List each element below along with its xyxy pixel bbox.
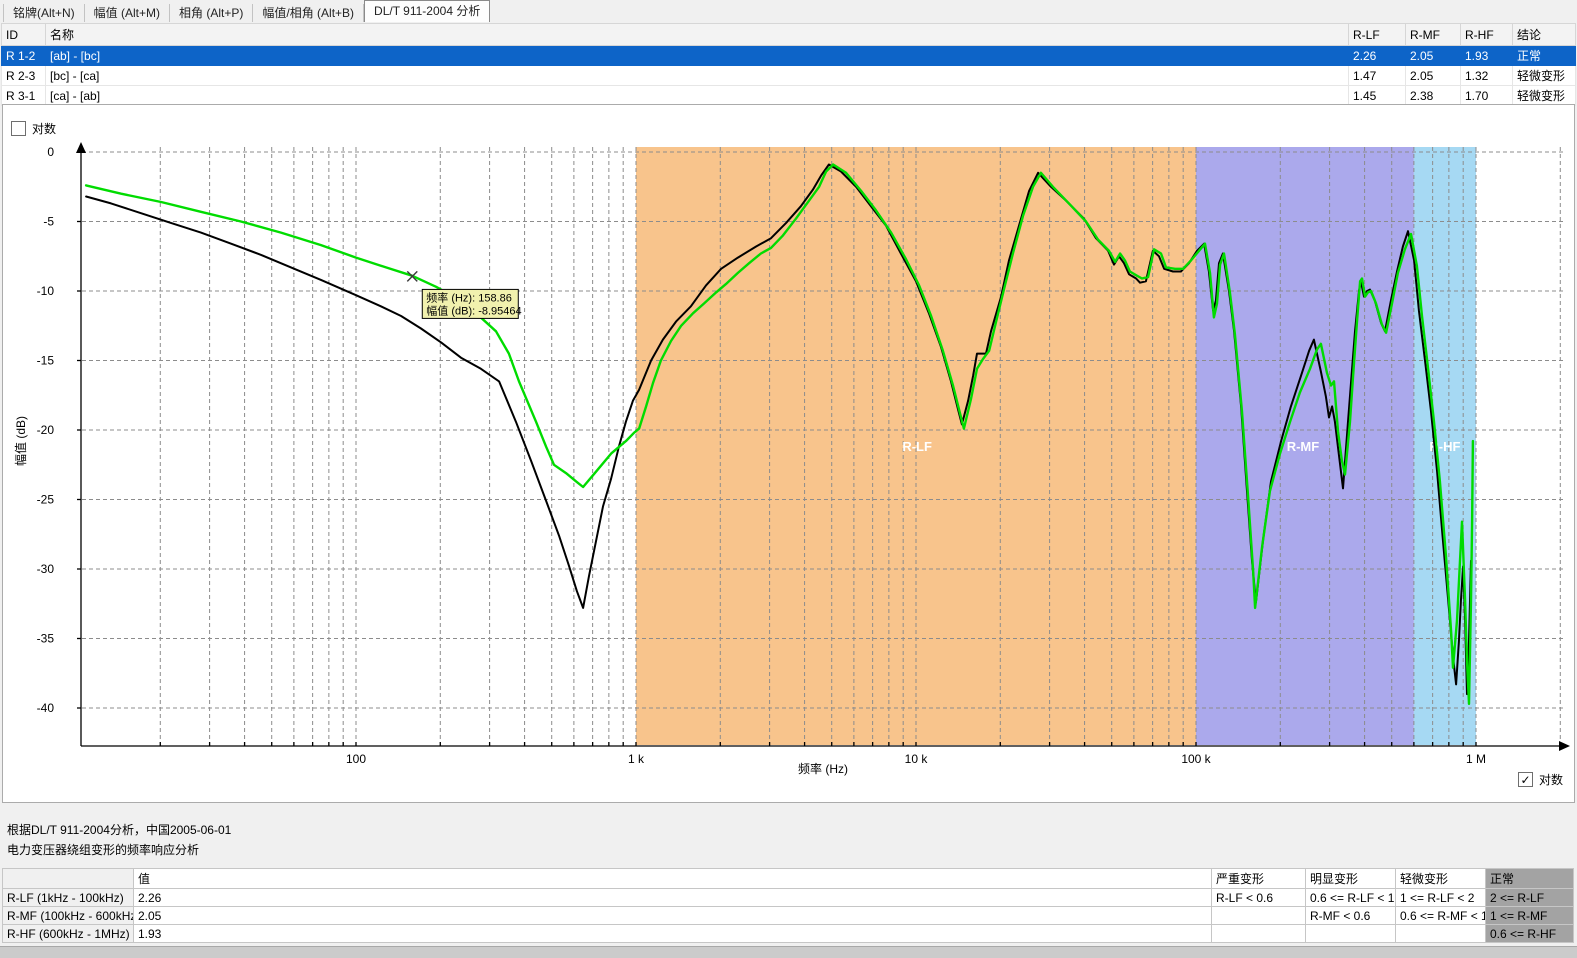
column-header[interactable]: R-LF (1349, 24, 1406, 46)
criteria-cell-obvious: R-MF < 0.6 (1306, 907, 1396, 925)
criteria-row: R-HF (600kHz - 1MHz)1.93 0.6 <= R-HF (3, 925, 1574, 943)
checkbox-icon[interactable] (11, 121, 26, 136)
criteria-row: R-LF (1kHz - 100kHz)2.26R-LF < 0.60.6 <=… (3, 889, 1574, 907)
x-tick-label: 100 (346, 752, 366, 766)
cell-rmf[interactable]: 2.05 (1406, 66, 1461, 86)
criteria-column-header: 值 (134, 869, 1212, 889)
table-row[interactable]: R 2-3[bc] - [ca]1.472.051.32轻微变形 (2, 66, 1576, 86)
cell-conclusion[interactable]: 轻微变形 (1513, 66, 1576, 86)
results-table-header: ID名称R-LFR-MFR-HF结论 (2, 24, 1576, 46)
tab-0[interactable]: 铭牌(Alt+N) (3, 4, 85, 22)
cell-rmf[interactable]: 2.38 (1406, 86, 1461, 106)
cell-rmf[interactable]: 2.05 (1406, 46, 1461, 66)
results-table: ID名称R-LFR-MFR-HF结论 R 1-2[ab] - [bc]2.262… (1, 23, 1576, 106)
tooltip-frequency: 频率 (Hz): 158.86 (426, 290, 512, 304)
chart-panel[interactable]: R-LFR-MFR-HF1001 k10 k100 k1 M0-5-10-15-… (2, 104, 1575, 803)
analysis-standard-note: 根据DL/T 911-2004分析，中国2005-06-01 (7, 821, 231, 838)
fra-magnitude-plot[interactable]: R-LFR-MFR-HF1001 k10 k100 k1 M0-5-10-15-… (3, 105, 1574, 802)
x-tick-label: 100 k (1181, 752, 1211, 766)
column-header[interactable]: R-HF (1461, 24, 1513, 46)
table-row[interactable]: R 3-1[ca] - [ab]1.452.381.70轻微变形 (2, 86, 1576, 106)
column-header[interactable]: 结论 (1513, 24, 1576, 46)
cell-rlf[interactable]: 2.26 (1349, 46, 1406, 66)
y-tick-label: -5 (43, 215, 54, 229)
tooltip-magnitude: 幅值 (dB): -8.95464 (426, 304, 521, 317)
criteria-column-header: 严重变形 (1212, 869, 1306, 889)
criteria-cell-normal: 0.6 <= R-HF (1486, 925, 1574, 943)
criteria-cell-obvious: 0.6 <= R-LF < 1 (1306, 889, 1396, 907)
criteria-cell-value: 2.26 (134, 889, 1212, 907)
criteria-cell-value: 1.93 (134, 925, 1212, 943)
criteria-column-header (3, 869, 134, 889)
log-scale-checkbox-bottom[interactable]: 对数 (1515, 770, 1566, 789)
table-row[interactable]: R 1-2[ab] - [bc]2.262.051.93正常 (2, 46, 1576, 66)
y-tick-label: -25 (37, 493, 55, 507)
criteria-column-header: 正常 (1486, 869, 1574, 889)
criteria-column-header: 明显变形 (1306, 869, 1396, 889)
tab-1[interactable]: 幅值 (Alt+M) (85, 4, 170, 22)
checkbox-label: 对数 (32, 120, 56, 137)
log-scale-checkbox-top[interactable]: 对数 (11, 120, 56, 137)
tab-2[interactable]: 相角 (Alt+P) (170, 4, 253, 22)
x-axis-title: 频率 (Hz) (798, 761, 848, 776)
cell-id[interactable]: R 2-3 (2, 66, 46, 86)
criteria-cell-label: R-MF (100kHz - 600kHz) (3, 907, 134, 925)
checkbox-icon[interactable] (1518, 772, 1533, 787)
criteria-table-header: 值严重变形明显变形轻微变形正常 (3, 869, 1574, 889)
cell-conclusion[interactable]: 轻微变形 (1513, 86, 1576, 106)
column-header[interactable]: R-MF (1406, 24, 1461, 46)
tab-4-active[interactable]: DL/T 911-2004 分析 (364, 0, 490, 22)
cell-id[interactable]: R 3-1 (2, 86, 46, 106)
criteria-row: R-MF (100kHz - 600kHz)2.05 R-MF < 0.60.6 … (3, 907, 1574, 925)
y-tick-label: -10 (37, 284, 55, 298)
region-label-R-MF: R-MF (1287, 439, 1320, 454)
criteria-cell-label: R-LF (1kHz - 100kHz) (3, 889, 134, 907)
cell-id[interactable]: R 1-2 (2, 46, 46, 66)
cell-name[interactable]: [bc] - [ca] (46, 66, 1349, 86)
cell-name[interactable]: [ca] - [ab] (46, 86, 1349, 106)
criteria-cell-slight: 1 <= R-LF < 2 (1396, 889, 1486, 907)
cell-rlf[interactable]: 1.45 (1349, 86, 1406, 106)
column-header[interactable]: 名称 (46, 24, 1349, 46)
fra-analysis-window: { "tabs": { "items": [ {"label": "铭牌(Alt… (0, 0, 1577, 957)
region-label-R-LF: R-LF (902, 439, 932, 454)
tab-bar: 铭牌(Alt+N)幅值 (Alt+M)相角 (Alt+P)幅值/相角 (Alt+… (3, 0, 490, 22)
x-tick-label: 1 M (1466, 752, 1486, 766)
results-table-body: R 1-2[ab] - [bc]2.262.051.93正常R 2-3[bc] … (2, 46, 1576, 106)
cell-rhf[interactable]: 1.32 (1461, 66, 1513, 86)
y-tick-label: -30 (37, 562, 55, 576)
y-tick-label: 0 (47, 145, 54, 159)
cell-rhf[interactable]: 1.93 (1461, 46, 1513, 66)
criteria-cell-severe: R-LF < 0.6 (1212, 889, 1306, 907)
column-header[interactable]: ID (2, 24, 46, 46)
cell-rhf[interactable]: 1.70 (1461, 86, 1513, 106)
criteria-cell-obvious (1306, 925, 1396, 943)
criteria-cell-slight (1396, 925, 1486, 943)
criteria-cell-normal: 1 <= R-MF (1486, 907, 1574, 925)
criteria-cell-severe (1212, 925, 1306, 943)
horizontal-scrollbar[interactable] (0, 946, 1577, 958)
criteria-table-body: R-LF (1kHz - 100kHz)2.26R-LF < 0.60.6 <=… (3, 889, 1574, 943)
y-tick-label: -35 (37, 632, 55, 646)
analysis-title: 电力变压器绕组变形的频率响应分析 (7, 841, 199, 858)
y-axis-title: 幅值 (dB) (13, 416, 28, 466)
y-tick-label: -15 (37, 354, 55, 368)
cell-conclusion[interactable]: 正常 (1513, 46, 1576, 66)
cell-name[interactable]: [ab] - [bc] (46, 46, 1349, 66)
x-tick-label: 10 k (905, 752, 929, 766)
criteria-column-header: 轻微变形 (1396, 869, 1486, 889)
y-tick-label: -40 (37, 701, 55, 715)
criteria-cell-severe (1212, 907, 1306, 925)
cell-rlf[interactable]: 1.47 (1349, 66, 1406, 86)
y-tick-label: -20 (37, 423, 55, 437)
criteria-cell-normal: 2 <= R-LF (1486, 889, 1574, 907)
criteria-cell-value: 2.05 (134, 907, 1212, 925)
checkbox-label: 对数 (1539, 771, 1563, 788)
tab-3[interactable]: 幅值/相角 (Alt+B) (253, 4, 364, 22)
criteria-table: 值严重变形明显变形轻微变形正常 R-LF (1kHz - 100kHz)2.26… (2, 868, 1574, 943)
criteria-cell-label: R-HF (600kHz - 1MHz) (3, 925, 134, 943)
criteria-cell-slight: 0.6 <= R-MF < 1 (1396, 907, 1486, 925)
x-tick-label: 1 k (628, 752, 645, 766)
